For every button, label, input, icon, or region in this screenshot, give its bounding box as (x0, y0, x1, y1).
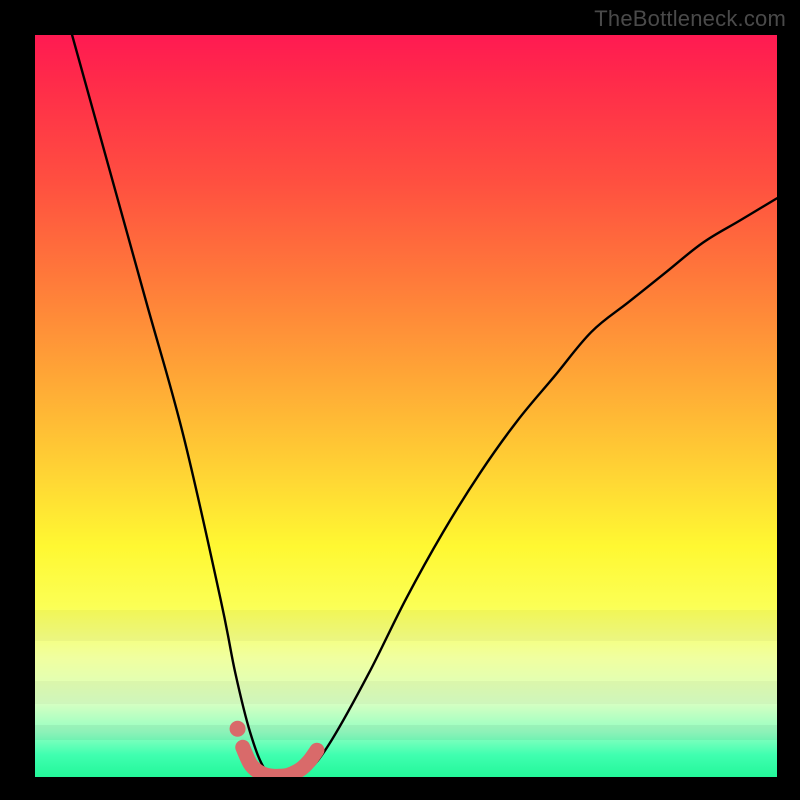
attribution-text: TheBottleneck.com (594, 6, 786, 32)
optimal-range-marker (243, 747, 317, 776)
bottleneck-curve (72, 35, 777, 777)
chart-plot-area (35, 35, 777, 777)
marker-dot (230, 721, 246, 737)
chart-svg (35, 35, 777, 777)
